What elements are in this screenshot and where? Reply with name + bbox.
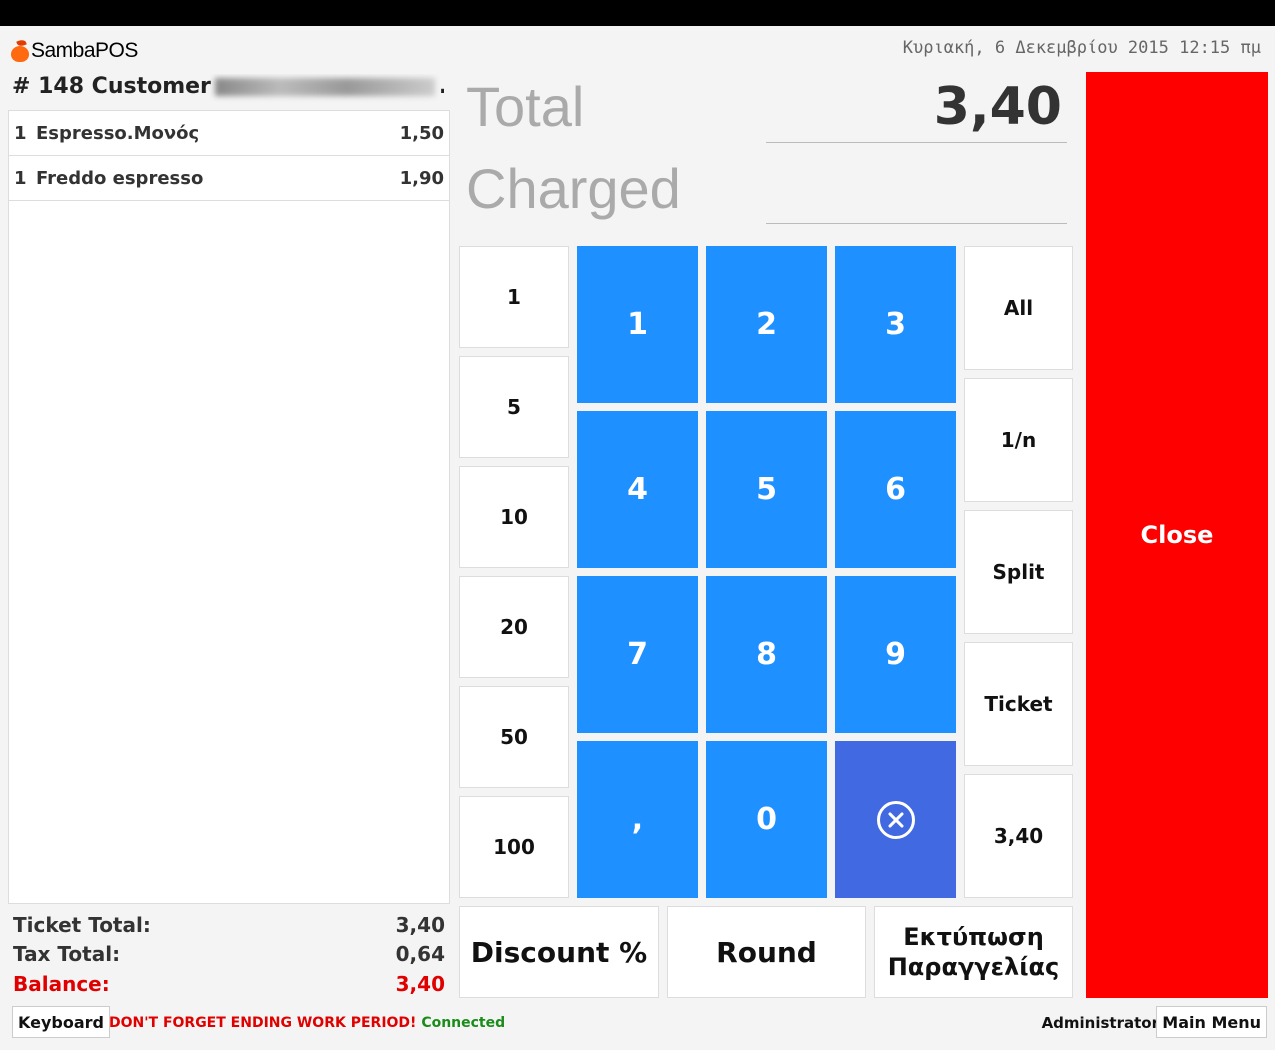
keypad-0-button[interactable]: 0 (706, 741, 827, 898)
charged-amount-field[interactable] (766, 154, 1062, 224)
charged-label: Charged (466, 157, 681, 220)
work-period-warning: DON'T FORGET ENDING WORK PERIOD! Connect… (109, 1015, 505, 1031)
quick-amount-100-button[interactable]: 100 (459, 796, 569, 898)
split-1-n-button[interactable]: 1/n (964, 378, 1073, 502)
keyboard-button[interactable]: Keyboard (12, 1006, 110, 1038)
window-top-bar (0, 0, 1275, 26)
keypad-1-button[interactable]: 1 (577, 246, 698, 403)
quick-amount-5-button[interactable]: 5 (459, 356, 569, 458)
ticket-title-ellipsis: ... (439, 74, 444, 99)
connection-status: Connected (421, 1015, 506, 1031)
order-row[interactable]: 1 Espresso.Μονός 1,50 (9, 111, 449, 156)
redacted-customer-name (214, 78, 435, 96)
ticket-total-row: Ticket Total: 3,40 (13, 910, 445, 940)
sambapos-logo: SambaPOS (10, 36, 138, 66)
order-price: 1,50 (399, 122, 444, 144)
keypad-6-button[interactable]: 6 (835, 411, 956, 568)
split-button[interactable]: Split (964, 510, 1073, 634)
apple-logo-icon (10, 38, 30, 62)
total-field-underline (766, 142, 1067, 143)
tax-total-value: 0,64 (395, 942, 445, 967)
clear-circle-x-icon (876, 800, 915, 839)
keypad-comma-button[interactable]: , (577, 741, 698, 898)
current-user: Administrator (1041, 1014, 1159, 1032)
balance-label: Balance: (13, 971, 110, 996)
print-order-button[interactable]: Εκτύπωση Παραγγελίας (874, 906, 1073, 998)
split-all-button[interactable]: All (964, 246, 1073, 370)
tax-total-label: Tax Total: (13, 942, 121, 967)
quick-amount-10-button[interactable]: 10 (459, 466, 569, 568)
quick-amount-50-button[interactable]: 50 (459, 686, 569, 788)
split-ticket-button[interactable]: Ticket (964, 642, 1073, 766)
ticket-title-text: # 148 Customer (12, 74, 211, 99)
total-amount-field[interactable]: 3,40 (766, 72, 1062, 142)
status-bar: Keyboard DON'T FORGET ENDING WORK PERIOD… (0, 1004, 1275, 1044)
remaining-amount-button[interactable]: 3,40 (964, 774, 1073, 898)
balance-row: Balance: 3,40 (13, 969, 445, 999)
round-button[interactable]: Round (667, 906, 866, 998)
ticket-total-label: Ticket Total: (13, 912, 151, 937)
current-datetime: Κυριακή, 6 Δεκεμβρίου 2015 12:15 πμ (902, 38, 1261, 58)
keypad-9-button[interactable]: 9 (835, 576, 956, 733)
ticket-total-value: 3,40 (395, 912, 445, 937)
order-qty: 1 (14, 122, 27, 144)
quick-amount-20-button[interactable]: 20 (459, 576, 569, 678)
keypad-5-button[interactable]: 5 (706, 411, 827, 568)
order-qty: 1 (14, 167, 27, 189)
main-menu-button[interactable]: Main Menu (1156, 1006, 1267, 1038)
order-name: Espresso.Μονός (36, 122, 200, 144)
print-order-line1: Εκτύπωση (903, 923, 1044, 951)
keypad-clear-button[interactable] (835, 741, 956, 898)
balance-value: 3,40 (395, 971, 445, 996)
logo-text: SambaPOS (31, 39, 138, 62)
close-button[interactable]: Close (1086, 72, 1268, 998)
keypad-7-button[interactable]: 7 (577, 576, 698, 733)
warning-text: DON'T FORGET ENDING WORK PERIOD! (109, 1015, 417, 1031)
discount-percent-button[interactable]: Discount % (459, 906, 659, 998)
print-order-line2: Παραγγελίας (887, 953, 1060, 981)
ticket-title: # 148 Customer... (12, 74, 444, 108)
keypad-3-button[interactable]: 3 (835, 246, 956, 403)
total-label: Total (466, 75, 585, 138)
charged-field-underline (766, 223, 1067, 224)
order-row[interactable]: 1 Freddo espresso 1,90 (9, 156, 449, 201)
ticket-totals: Ticket Total: 3,40 Tax Total: 0,64 Balan… (13, 910, 445, 999)
keypad-8-button[interactable]: 8 (706, 576, 827, 733)
order-name: Freddo espresso (36, 167, 204, 189)
keypad-2-button[interactable]: 2 (706, 246, 827, 403)
keypad-4-button[interactable]: 4 (577, 411, 698, 568)
order-list[interactable]: 1 Espresso.Μονός 1,50 1 Freddo espresso … (8, 110, 450, 904)
order-price: 1,90 (399, 167, 444, 189)
quick-amount-1-button[interactable]: 1 (459, 246, 569, 348)
tax-total-row: Tax Total: 0,64 (13, 940, 445, 970)
